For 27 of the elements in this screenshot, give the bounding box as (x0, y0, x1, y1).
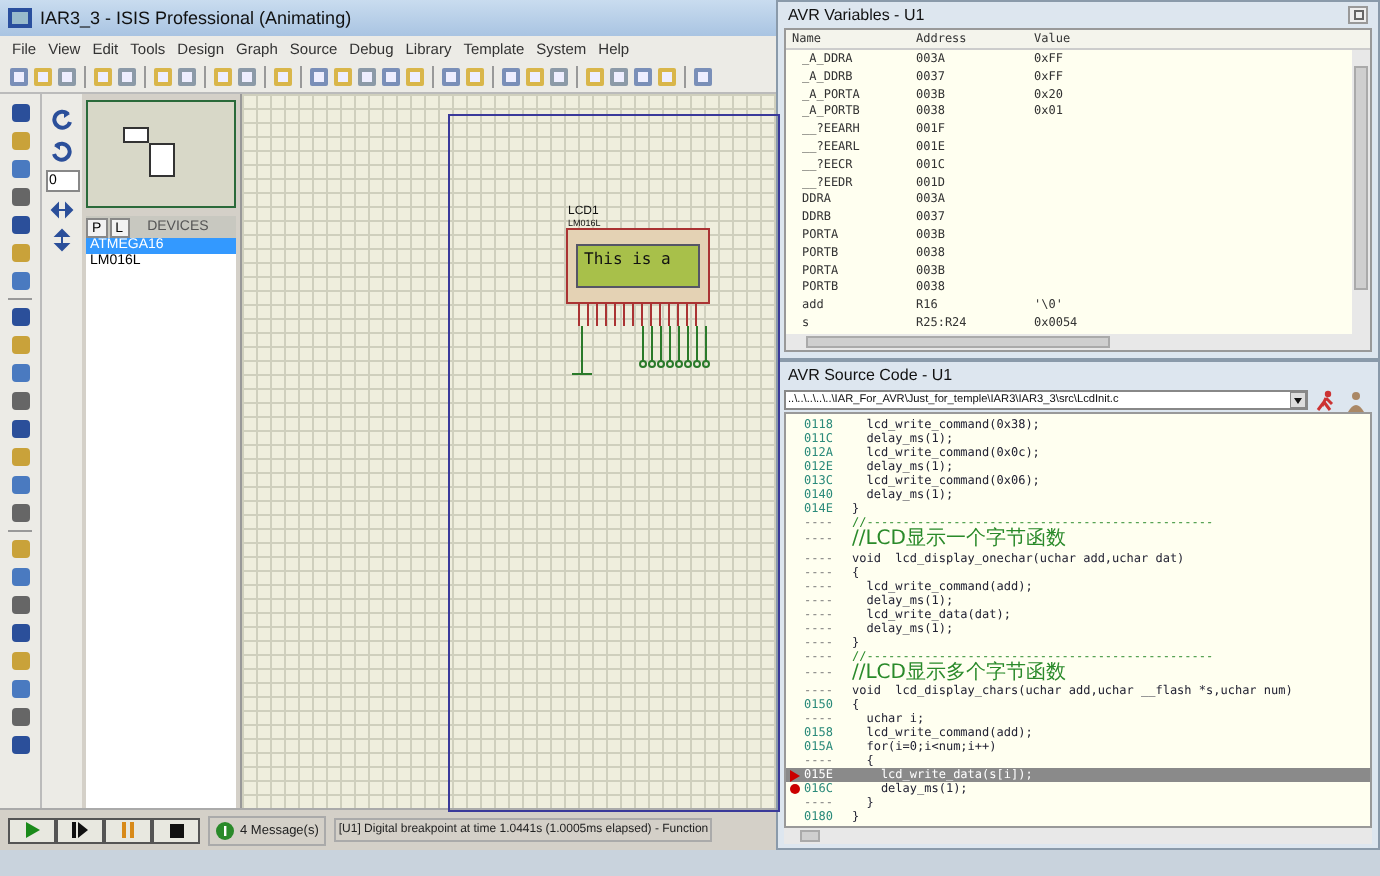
dropdown-caret-icon (1290, 392, 1306, 408)
lcd-text: This is a (584, 250, 671, 268)
pause-icon (122, 822, 134, 838)
step-button[interactable] (56, 817, 104, 843)
mirror-horizontal-icon[interactable] (50, 200, 74, 220)
code-line: //LCD显示一个字节函数 (850, 530, 1066, 551)
rotate-clockwise-icon[interactable] (50, 106, 74, 130)
mirror-vertical-icon[interactable] (52, 228, 72, 252)
window-title: IAR3_3 - ISIS Professional (Animating) (40, 8, 352, 28)
rotate-anticlockwise-icon[interactable] (50, 138, 74, 162)
app-icon (8, 8, 32, 28)
play-icon (25, 822, 39, 838)
stop-button[interactable] (152, 817, 200, 843)
vertical-scrollbar[interactable] (1352, 50, 1370, 334)
close-button[interactable] (1348, 6, 1368, 24)
code-line: //LCD显示多个字节函数 (850, 663, 1066, 684)
running-figure-icon[interactable] (1314, 389, 1338, 411)
horizontal-scrollbar[interactable] (786, 334, 1370, 350)
stop-icon (169, 823, 183, 837)
horizontal-scrollbar[interactable] (784, 828, 1372, 844)
person-icon[interactable] (1344, 389, 1368, 411)
source-title: AVR Source Code - U1 (788, 366, 953, 384)
pause-button[interactable] (104, 817, 152, 843)
play-button[interactable] (8, 817, 56, 843)
step-icon (72, 822, 88, 838)
info-icon (216, 821, 234, 839)
variables-title: AVR Variables - U1 (788, 6, 925, 24)
